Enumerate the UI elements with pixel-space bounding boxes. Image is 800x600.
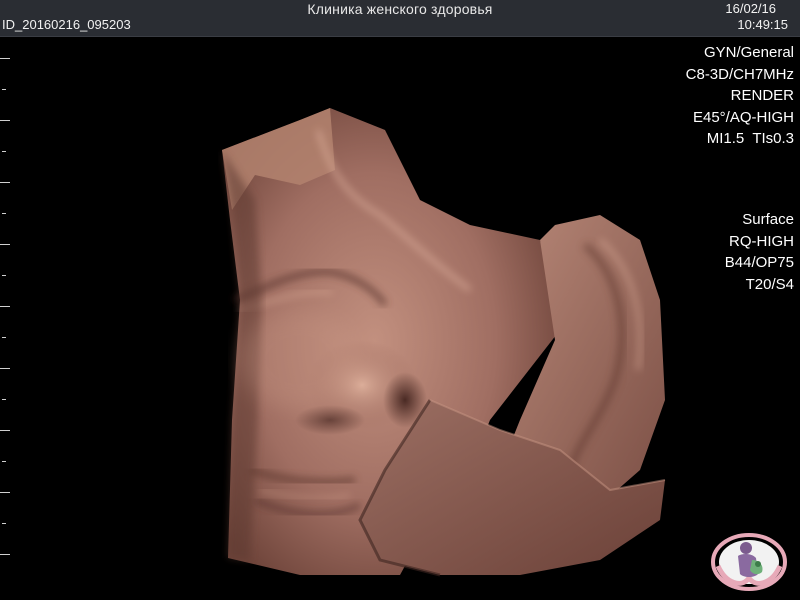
depth-ruler <box>0 58 14 578</box>
ruler-tick <box>0 306 10 307</box>
ruler-tick <box>0 554 10 555</box>
angle-quality-label: E45°/AQ-HIGH <box>692 108 794 126</box>
clinic-name: Клиника женского здоровья <box>307 1 493 17</box>
scan-date: 16/02/16 <box>725 1 776 16</box>
header-bar: Клиника женского здоровья ID_20160216_09… <box>0 0 800 37</box>
render-parameters: Surface RQ-HIGH B44/OP75 T20/S4 <box>725 209 794 295</box>
ruler-tick <box>2 523 6 524</box>
mode-label: RENDER <box>730 87 794 104</box>
ruler-tick <box>2 151 6 152</box>
ruler-tick <box>0 492 10 493</box>
ruler-tick <box>0 120 10 121</box>
clinic-logo-icon <box>711 533 787 591</box>
ruler-tick <box>2 399 6 400</box>
surface-label: Surface <box>742 211 794 228</box>
probe-label: C8-3D/CH7MHz <box>685 65 794 83</box>
scan-parameters: GYN/General C8-3D/CH7MHz RENDER E45°/AQ-… <box>686 42 794 150</box>
ruler-tick <box>2 213 6 214</box>
ruler-tick <box>0 182 10 183</box>
patient-id: ID_20160216_095203 <box>2 17 131 32</box>
ruler-tick <box>0 58 10 59</box>
rq-label: RQ-HIGH <box>729 232 794 250</box>
mi-tis-label: MI1.5 TIs0.3 <box>706 130 794 147</box>
ruler-tick <box>2 337 6 338</box>
t-s-label: T20/S4 <box>745 275 794 293</box>
ultrasound-render <box>222 108 666 577</box>
ruler-tick <box>0 244 10 245</box>
ruler-tick <box>2 89 6 90</box>
ruler-tick <box>2 461 6 462</box>
ruler-tick <box>0 368 10 369</box>
scan-time: 10:49:15 <box>737 17 788 32</box>
preset-label: GYN/General <box>703 44 794 61</box>
ruler-tick <box>0 430 10 431</box>
ruler-tick <box>2 275 6 276</box>
b-op-label: B44/OP75 <box>724 254 794 271</box>
